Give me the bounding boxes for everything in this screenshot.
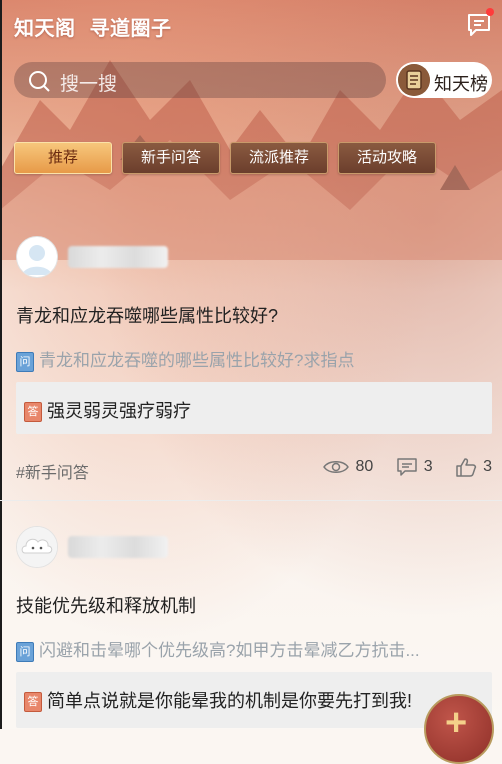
post-divider bbox=[0, 500, 502, 501]
plus-icon: + bbox=[445, 702, 468, 744]
comments-stat[interactable]: 3 bbox=[396, 457, 433, 477]
search-input[interactable]: 搜一搜 bbox=[14, 62, 386, 98]
answer-text: 简单点说就是你能晕我的机制是你要先打到我! bbox=[47, 691, 412, 711]
question-text: 青龙和应龙吞噬的哪些属性比较好?求指点 bbox=[39, 351, 355, 370]
post-stats: 80 3 3 bbox=[305, 457, 492, 477]
question-badge-icon: 问 bbox=[16, 351, 34, 372]
tab-build-recommend[interactable]: 流派推荐 bbox=[230, 142, 328, 174]
search-placeholder: 搜一搜 bbox=[60, 74, 118, 95]
answer-preview: 答简单点说就是你能晕我的机制是你要先打到我! bbox=[24, 687, 412, 713]
search-icon bbox=[29, 71, 50, 92]
post-title[interactable]: 技能优先级和释放机制 bbox=[16, 592, 196, 618]
tab-event-guide[interactable]: 活动攻略 bbox=[338, 142, 436, 174]
app-header: 知天阁 寻道圈子 bbox=[0, 0, 502, 52]
window-edge bbox=[0, 0, 2, 729]
ranking-label: 知天榜 bbox=[434, 74, 488, 94]
thumbs-up-icon bbox=[456, 458, 477, 477]
ranking-button[interactable]: 知天榜 bbox=[396, 62, 492, 98]
answer-text: 强灵弱灵强疗弱疗 bbox=[47, 401, 191, 421]
notification-dot bbox=[486, 8, 494, 16]
circle-name: 寻道圈子 bbox=[89, 18, 172, 40]
views-count: 80 bbox=[355, 458, 374, 475]
cloud-avatar-icon bbox=[17, 527, 57, 567]
default-avatar-icon bbox=[22, 245, 52, 275]
likes-count: 3 bbox=[483, 458, 492, 476]
answer-preview: 答强灵弱灵强疗弱疗 bbox=[24, 397, 191, 423]
username-blurred bbox=[68, 246, 168, 268]
username-blurred bbox=[68, 536, 168, 558]
tab-beginner-qa[interactable]: 新手问答 bbox=[122, 142, 220, 174]
question-preview: 问青龙和应龙吞噬的哪些属性比较好?求指点 bbox=[16, 346, 354, 372]
answer-badge-icon: 答 bbox=[24, 402, 42, 423]
app-title: 知天阁 寻道圈子 bbox=[14, 12, 172, 41]
answer-box[interactable]: 答简单点说就是你能晕我的机制是你要先打到我! bbox=[16, 672, 492, 728]
post-title[interactable]: 青龙和应龙吞噬哪些属性比较好? bbox=[16, 302, 278, 328]
comment-icon bbox=[396, 458, 417, 476]
post-tag[interactable]: #新手问答 bbox=[16, 459, 89, 483]
eye-icon bbox=[323, 460, 350, 473]
answer-badge-icon: 答 bbox=[24, 692, 42, 713]
answer-box[interactable]: 答强灵弱灵强疗弱疗 bbox=[16, 382, 492, 434]
avatar[interactable] bbox=[16, 236, 58, 278]
tab-recommend[interactable]: 推荐 bbox=[14, 142, 112, 174]
likes-stat[interactable]: 3 bbox=[455, 457, 492, 477]
views-stat: 80 bbox=[323, 458, 373, 476]
comments-count: 3 bbox=[423, 458, 433, 476]
question-badge-icon: 问 bbox=[16, 641, 34, 662]
question-preview: 问闪避和击晕哪个优先级高?如甲方击晕减乙方抗击... bbox=[16, 636, 420, 662]
avatar[interactable] bbox=[16, 526, 58, 568]
brand-name: 知天阁 bbox=[14, 18, 76, 40]
scroll-icon bbox=[398, 64, 430, 96]
create-post-button[interactable]: + bbox=[424, 694, 494, 764]
category-tabs: 推荐 新手问答 流派推荐 活动攻略 bbox=[14, 142, 494, 174]
question-text: 闪避和击晕哪个优先级高?如甲方击晕减乙方抗击... bbox=[39, 641, 420, 660]
